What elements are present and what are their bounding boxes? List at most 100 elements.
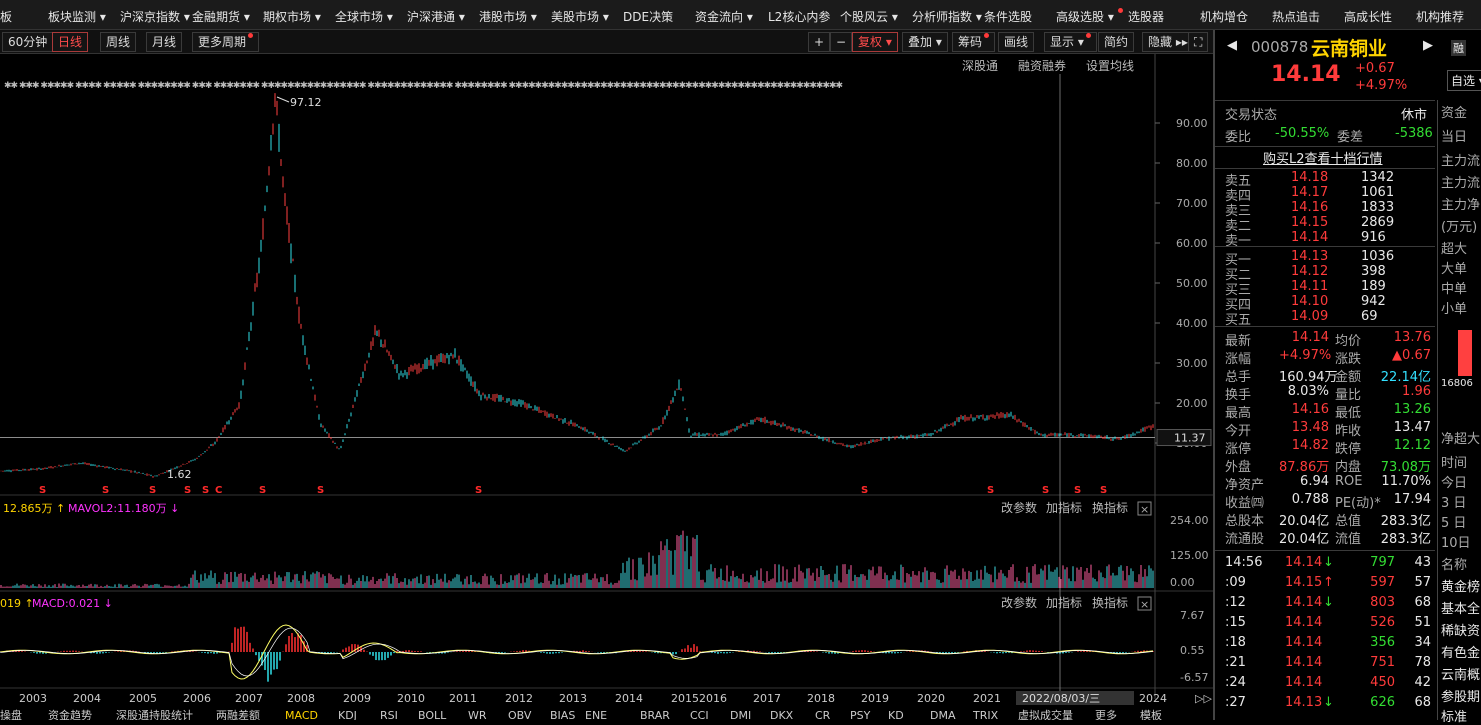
next-stock-icon[interactable]: ▶ <box>1423 38 1433 53</box>
top-menu-item[interactable]: 机构推荐 <box>1416 8 1464 25</box>
split-marker: S <box>475 485 482 496</box>
side-column-item[interactable]: 基本全 <box>1441 598 1480 617</box>
kline-chart-area[interactable]: 深股通 融资融券 设置均线 ✱✱ ✱✱✱ ✱✱✱✱✱ ✱✱✱✱ ✱✱✱✱✱ ✱✱✱✱✱… <box>0 54 1213 722</box>
indicator-tab[interactable]: DKX <box>770 709 794 722</box>
side-column-item[interactable]: 标准 <box>1441 706 1467 725</box>
indicator-tab[interactable]: CCI <box>690 709 709 722</box>
top-menu-item[interactable]: 高成长性 <box>1344 8 1392 25</box>
indicator-tab[interactable]: OBV <box>508 709 532 722</box>
top-menu-item[interactable]: 高级选股 ▾ <box>1056 8 1123 25</box>
indicator-tab[interactable]: WR <box>468 709 487 722</box>
indicator-tab[interactable]: BRAR <box>640 709 670 722</box>
side-column-item[interactable]: 稀缺资 <box>1441 620 1480 639</box>
watchlist-button[interactable]: 自选 ▾ <box>1447 70 1481 91</box>
tool-button[interactable]: 画线 <box>998 32 1035 52</box>
period-tab[interactable]: 更多周期 <box>192 32 260 52</box>
top-menu-item[interactable]: 港股市场 ▾ <box>479 8 537 25</box>
period-tab[interactable]: 日线 <box>52 32 89 52</box>
indicator-tab[interactable]: 虚拟成交量 <box>1018 708 1073 722</box>
indicator-tab[interactable]: BOLL <box>418 709 447 722</box>
l2-upsell-link[interactable]: 购买L2查看十档行情 <box>1263 148 1383 167</box>
indicator-tab[interactable]: TRIX <box>972 709 999 722</box>
side-column-item[interactable]: 黄金榜 <box>1441 576 1480 595</box>
indicator-tab[interactable]: KDJ <box>338 709 357 722</box>
top-menu-item[interactable]: 选股器 <box>1128 8 1164 25</box>
indicator-tab[interactable]: 模板 <box>1140 708 1162 722</box>
price-tick-label: 30.00 <box>1176 357 1208 370</box>
top-menu-item[interactable]: 分析师指数 ▾ <box>912 8 982 25</box>
tool-button[interactable]: 筹码 <box>952 32 996 52</box>
indicator-tab[interactable]: MACD <box>285 709 318 722</box>
top-menu-item[interactable]: 美股市场 ▾ <box>551 8 609 25</box>
side-column-item[interactable]: 时间 <box>1441 452 1467 471</box>
side-column-item[interactable]: 名称 <box>1441 554 1467 573</box>
chart-link[interactable]: 深股通 <box>962 59 998 73</box>
indicator-tab[interactable]: CR <box>815 709 831 722</box>
period-tab[interactable]: 60分钟 <box>2 32 54 52</box>
panel-link[interactable]: 换指标 <box>1092 595 1128 610</box>
indicator-tab[interactable]: DMI <box>730 709 751 722</box>
top-menu-item[interactable]: 沪深京指数 ▾ <box>120 8 190 25</box>
top-menu-item[interactable]: 条件选股 <box>984 8 1032 25</box>
top-menu-item[interactable]: 全球市场 ▾ <box>335 8 393 25</box>
year-label: 2018 <box>807 692 835 705</box>
zoom-out-button[interactable]: − <box>830 32 853 52</box>
indicator-tab[interactable]: 更多 <box>1095 708 1117 722</box>
side-column-item[interactable]: 5 日 <box>1441 512 1466 531</box>
indicator-tab[interactable]: 深股通持股统计 <box>116 708 193 722</box>
tool-button[interactable]: 简约 <box>1098 32 1135 52</box>
period-tab[interactable]: 周线 <box>100 32 137 52</box>
indicator-tab[interactable]: BIAS <box>550 709 575 722</box>
top-menu-item[interactable]: L2核心内参 <box>768 8 830 25</box>
panel-link[interactable]: 加指标 <box>1046 595 1082 610</box>
tool-button[interactable]: 复权 ▾ <box>852 32 898 52</box>
top-menu-item[interactable]: 金融期货 ▾ <box>192 8 250 25</box>
panel-link[interactable]: 改参数 <box>1001 595 1037 610</box>
notify-dot <box>248 33 254 38</box>
year-label: 2017 <box>753 692 781 705</box>
zoom-in-button[interactable]: + <box>808 32 831 52</box>
chart-link[interactable]: 设置均线 <box>1086 59 1134 73</box>
indicator-tab[interactable]: DMA <box>930 709 956 722</box>
tool-button[interactable]: 隐藏 ▸▸ <box>1142 32 1194 52</box>
top-menu-item[interactable]: 机构增仓 <box>1200 8 1248 25</box>
side-column-item[interactable]: 参股期 <box>1441 686 1480 705</box>
stat-label: 跌停 <box>1335 442 1362 457</box>
indicator-tab[interactable]: PSY <box>850 709 871 722</box>
panel-link[interactable]: 换指标 <box>1092 500 1128 515</box>
side-column-item[interactable]: 今日 <box>1441 472 1467 491</box>
indicator-tab[interactable]: RSI <box>380 709 398 722</box>
scroll-right-icon[interactable]: ▷▷ <box>1195 692 1212 705</box>
top-menu-item[interactable]: 个股风云 ▾ <box>840 8 898 25</box>
stat-label: 均价 <box>1335 334 1362 349</box>
top-menu-item[interactable]: 期权市场 ▾ <box>263 8 321 25</box>
side-column-item[interactable]: 3 日 <box>1441 492 1466 511</box>
indicator-tab[interactable]: ENE <box>585 709 607 722</box>
top-menu-item[interactable]: 资金流向 ▾ <box>695 8 753 25</box>
top-menu-item[interactable]: 板 <box>0 8 12 25</box>
period-tab[interactable]: 月线 <box>146 32 183 52</box>
tool-button[interactable]: 叠加 ▾ <box>902 32 948 52</box>
prev-stock-icon[interactable]: ◀ <box>1227 38 1237 53</box>
tool-button[interactable]: 显示 ▾ <box>1044 32 1097 52</box>
top-menu-item[interactable]: 板块监测 ▾ <box>48 8 106 25</box>
panel-link[interactable]: 改参数 <box>1001 500 1037 515</box>
chart-link[interactable]: 融资融券 <box>1018 58 1066 73</box>
fullscreen-icon[interactable]: ⛶ <box>1188 32 1209 52</box>
panel-link[interactable]: 加指标 <box>1046 500 1082 515</box>
top-menu-item[interactable]: 沪深港通 ▾ <box>407 8 465 25</box>
indicator-tab[interactable]: 两融差额 <box>216 708 260 722</box>
top-menu-item[interactable]: 热点追击 <box>1272 8 1320 25</box>
side-column-item: 中单 <box>1441 282 1468 297</box>
kline-chart-svg[interactable]: 深股通 融资融券 设置均线 ✱✱ ✱✱✱ ✱✱✱✱✱ ✱✱✱✱ ✱✱✱✱✱ ✱✱✱✱✱… <box>0 54 1213 722</box>
side-column-item[interactable]: 云南概 <box>1441 664 1480 683</box>
indicator-tab[interactable]: 操盘 <box>0 708 22 722</box>
close-icon-glyph: × <box>1140 503 1149 516</box>
indicator-tab[interactable]: KD <box>888 709 904 722</box>
side-column-item[interactable]: 有色金 <box>1441 642 1480 661</box>
side-column-item[interactable]: 10日 <box>1441 532 1471 551</box>
top-menu-item[interactable]: DDE决策 <box>623 8 673 25</box>
stat-label: PE(动)* <box>1335 496 1381 511</box>
last-price: 14.14 <box>1271 62 1341 87</box>
indicator-tab[interactable]: 资金趋势 <box>48 708 92 722</box>
